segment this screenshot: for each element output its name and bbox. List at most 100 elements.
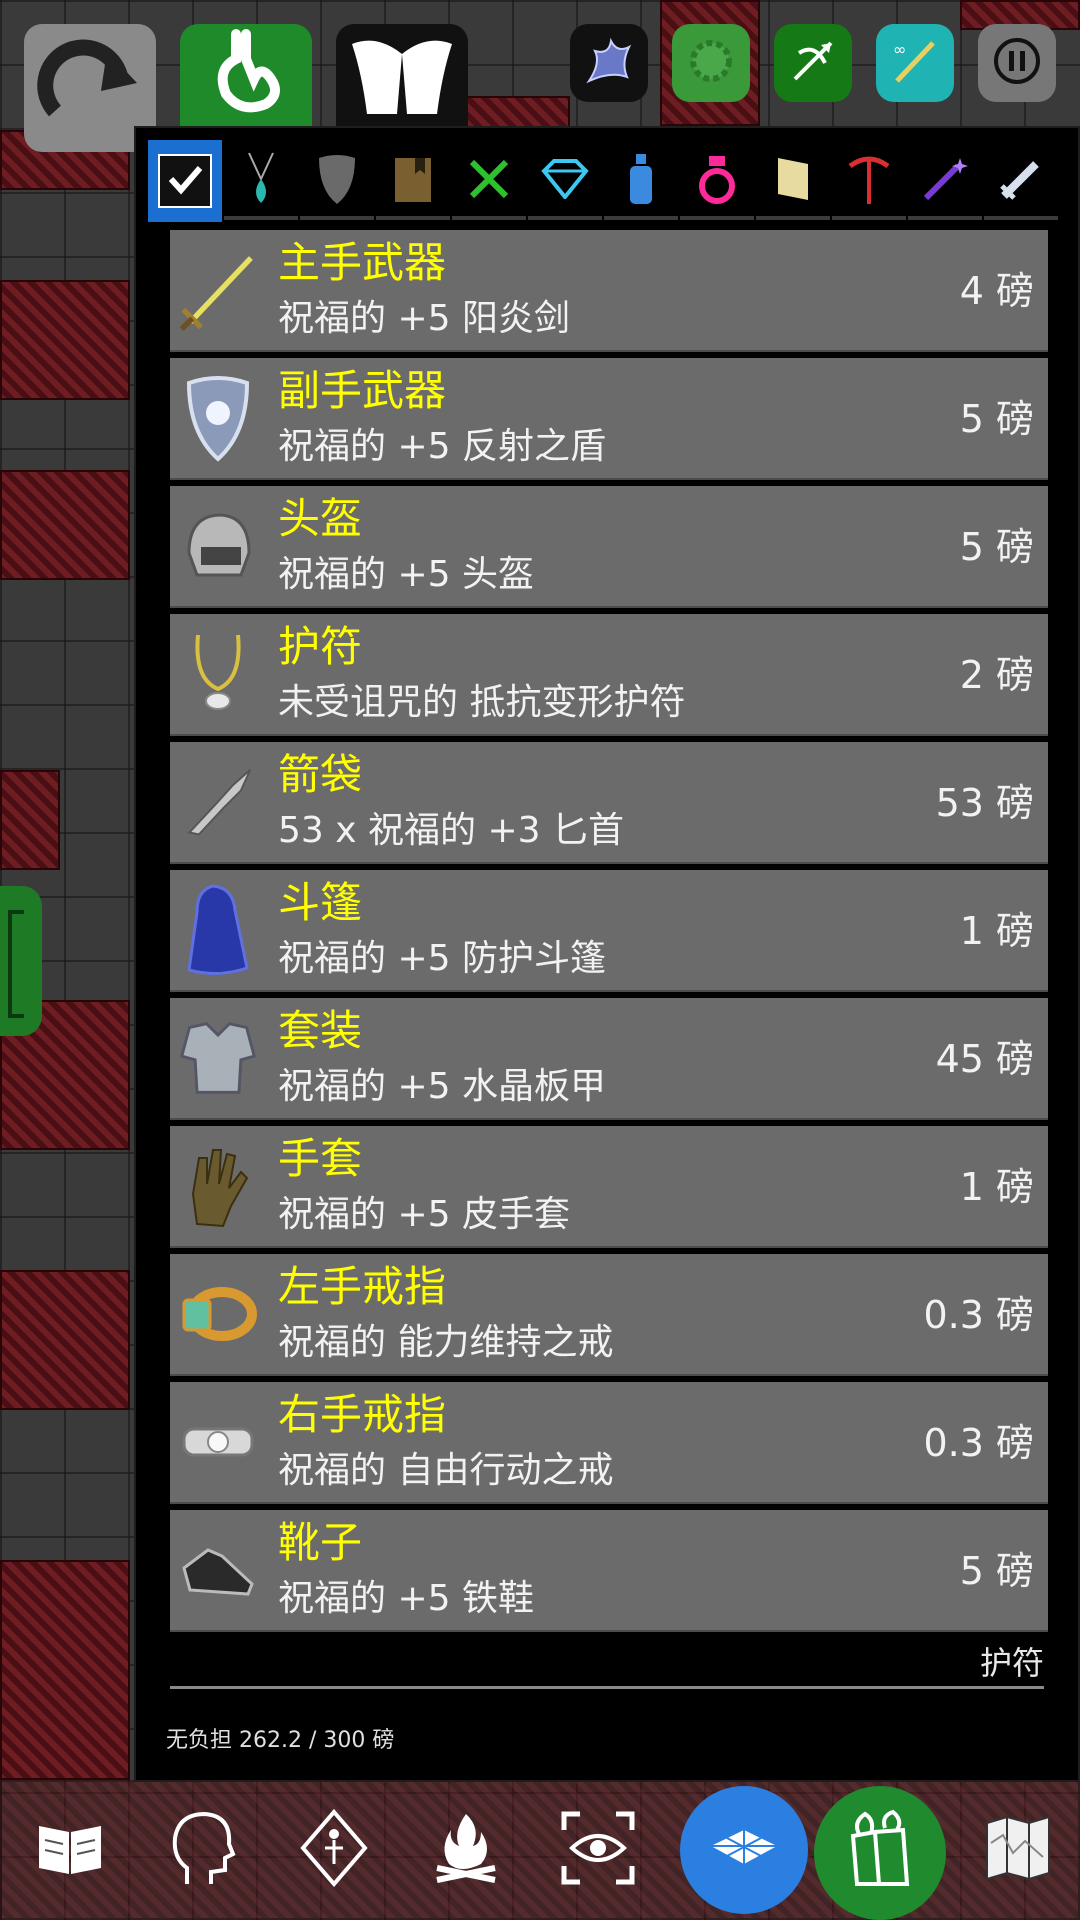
tab-scrolls[interactable] (756, 140, 830, 222)
list-item[interactable]: 左手戒指 祝福的 能力维持之戒 0.3 磅 (170, 1254, 1048, 1376)
tab-wands[interactable] (908, 140, 982, 222)
abilities-button[interactable] (274, 1780, 394, 1920)
tab-rings[interactable] (680, 140, 754, 222)
item-weight: 0.3 磅 (923, 1293, 1034, 1337)
tab-potions[interactable] (604, 140, 678, 222)
list-item[interactable]: 右手戒指 祝福的 自由行动之戒 0.3 磅 (170, 1382, 1048, 1504)
list-item[interactable]: 靴子 祝福的 +5 铁鞋 5 磅 (170, 1510, 1048, 1632)
wall-brick (0, 770, 60, 870)
angel-wings-icon (347, 34, 457, 118)
list-item[interactable]: 护符 未受诅咒的 抵抗变形护符 2 磅 (170, 614, 1048, 736)
list-item[interactable]: 箭袋 53 x 祝福的 +3 匕首 53 磅 (170, 742, 1048, 864)
item-name: 祝福的 自由行动之戒 (278, 1450, 614, 1491)
armor-icon (178, 1010, 258, 1106)
slot-label: 左手戒指 (278, 1262, 447, 1311)
list-item[interactable]: 手套 祝福的 +5 皮手套 1 磅 (170, 1126, 1048, 1248)
minimap-button[interactable] (680, 1780, 808, 1920)
tab-equipped[interactable] (148, 140, 222, 222)
head-outline-icon (167, 1808, 237, 1892)
slot-label: 右手戒指 (278, 1390, 447, 1439)
tab-books[interactable] (376, 140, 450, 222)
slot-label: 套装 (278, 1006, 363, 1055)
tab-armor[interactable] (300, 140, 374, 222)
dragon-button[interactable] (570, 24, 648, 102)
sword-icon (178, 242, 258, 338)
look-eye-icon (560, 1810, 636, 1890)
svg-text:∞: ∞ (893, 40, 906, 59)
item-name: 祝福的 +5 反射之盾 (278, 426, 606, 467)
divider (170, 1686, 1044, 1689)
spellbook-button[interactable] (10, 1780, 130, 1920)
item-name: 祝福的 能力维持之戒 (278, 1322, 614, 1363)
wall-brick (0, 280, 130, 400)
glove-icon (178, 1138, 258, 1234)
tab-weapons[interactable] (984, 140, 1058, 222)
scroll-icon (768, 154, 818, 208)
tab-gems[interactable] (528, 140, 602, 222)
weapon-skill-button[interactable]: ∞ (876, 24, 954, 102)
wall-brick (0, 1270, 130, 1410)
tab-tools[interactable] (832, 140, 906, 222)
slot-label: 主手武器 (278, 238, 447, 287)
item-weight: 0.3 磅 (923, 1421, 1034, 1465)
hunger-status-button[interactable] (180, 24, 312, 128)
potion-icon (626, 152, 656, 210)
gem-icon (540, 159, 590, 203)
tab-amulets[interactable] (224, 140, 298, 222)
look-button[interactable] (538, 1780, 658, 1920)
wall-brick (0, 470, 130, 580)
archery-button[interactable] (774, 24, 852, 102)
item-name: 祝福的 +5 铁鞋 (278, 1578, 534, 1619)
slot-label: 箭袋 (278, 750, 363, 799)
dagger-icon (178, 754, 258, 850)
wand-icon (920, 154, 970, 208)
shield-icon (315, 152, 359, 210)
angel-status-button[interactable] (336, 24, 468, 128)
helmet-icon (178, 498, 258, 594)
side-bracket[interactable] (0, 886, 42, 1036)
gold-ring-icon (178, 1266, 258, 1362)
map-button[interactable] (958, 1780, 1078, 1920)
book-icon (391, 154, 435, 208)
item-weight: 5 磅 (959, 1549, 1034, 1593)
item-weight: 53 磅 (935, 781, 1034, 825)
sword-icon (996, 154, 1046, 208)
item-weight: 5 磅 (959, 525, 1034, 569)
item-weight: 1 磅 (959, 909, 1034, 953)
bottom-action-bar (0, 1780, 1080, 1920)
campfire-icon (431, 1808, 501, 1892)
tab-food[interactable] (452, 140, 526, 222)
list-item[interactable]: 主手武器 祝福的 +5 阳炎剑 4 磅 (170, 230, 1048, 352)
amulet-icon (178, 626, 258, 722)
item-name: 祝福的 +5 水晶板甲 (278, 1066, 606, 1107)
slot-label: 斗篷 (278, 878, 363, 927)
inventory-button[interactable] (814, 1780, 946, 1920)
checkbox-icon (165, 159, 205, 203)
selected-slot-label: 护符 (979, 1644, 1044, 1682)
splat-button[interactable] (672, 24, 750, 102)
cloak-icon (178, 882, 258, 978)
spellbook-icon (35, 1818, 105, 1882)
item-weight: 2 磅 (959, 653, 1034, 697)
list-item[interactable]: 副手武器 祝福的 +5 反射之盾 5 磅 (170, 358, 1048, 480)
slot-label: 靴子 (278, 1518, 363, 1567)
slot-label: 护符 (278, 622, 363, 671)
item-weight: 1 磅 (959, 1165, 1034, 1209)
list-item[interactable]: 斗篷 祝福的 +5 防护斗篷 1 磅 (170, 870, 1048, 992)
item-weight: 45 磅 (935, 1037, 1034, 1081)
pause-button[interactable] (978, 24, 1056, 102)
slot-label: 头盔 (278, 494, 363, 543)
item-weight: 4 磅 (959, 269, 1034, 313)
list-item[interactable]: 套装 祝福的 +5 水晶板甲 45 磅 (170, 998, 1048, 1120)
silver-ring-icon (178, 1394, 258, 1490)
wall-brick (0, 1560, 130, 1780)
character-button[interactable] (142, 1780, 262, 1920)
item-name: 未受诅咒的 抵抗变形护符 (278, 682, 686, 723)
rest-button[interactable] (406, 1780, 526, 1920)
shield-icon (178, 370, 258, 466)
list-item[interactable]: 头盔 祝福的 +5 头盔 5 磅 (170, 486, 1048, 608)
dragon-icon (581, 33, 637, 93)
item-name: 祝福的 +5 皮手套 (278, 1194, 570, 1235)
splat-icon (683, 33, 739, 93)
ring-icon (695, 152, 739, 210)
